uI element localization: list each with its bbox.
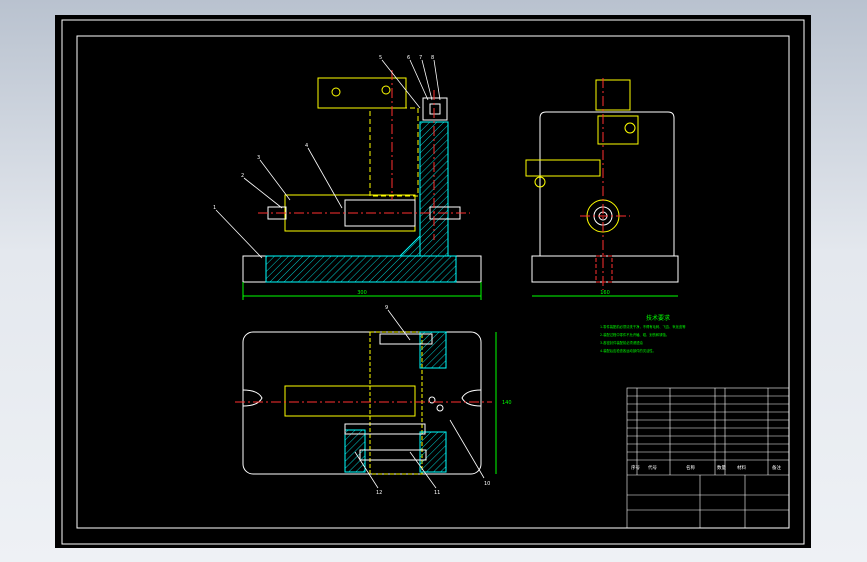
- header-remark: 备注: [772, 464, 781, 471]
- part-label-2: 2: [241, 173, 244, 179]
- plan-block-top: [419, 331, 447, 369]
- header-name: 名称: [686, 464, 695, 471]
- cad-drawing: 300 160 140 1 2 3 4 5 6 7 8 9 10 11 12 技…: [55, 15, 811, 548]
- part-label-6: 6: [407, 55, 410, 61]
- part-label-8: 8: [431, 55, 434, 61]
- viewport-frame: 300 160 140 1 2 3 4 5 6 7 8 9 10 11 12 技…: [0, 0, 867, 562]
- part-label-4: 4: [305, 143, 308, 149]
- tech-req-title: 技术要求: [646, 314, 670, 322]
- plan-block-left: [344, 429, 366, 473]
- plan-block-bottom: [419, 431, 447, 473]
- tech-req-line-1: 1.零件装配前必须清洗干净，不得有毛刺、飞边、氧化皮等: [600, 324, 686, 329]
- tech-req-line-4: 4.装配后应检查各运动部件的灵活性。: [600, 348, 656, 353]
- part-label-9: 9: [385, 305, 388, 311]
- part-label-1: 1: [213, 205, 216, 211]
- header-seq: 序号: [631, 464, 640, 471]
- part-label-3: 3: [257, 155, 260, 161]
- part-label-12: 12: [376, 490, 382, 496]
- part-label-7: 7: [419, 55, 422, 61]
- header-qty: 数量: [717, 464, 726, 471]
- tech-req-line-2: 2.装配过程中零件不允许磕、碰、划伤和锈蚀。: [600, 332, 669, 337]
- header-code: 代号: [648, 464, 657, 471]
- base-section-hatch: [265, 255, 457, 283]
- dimension-side-width: 160: [600, 290, 610, 296]
- part-label-10: 10: [484, 481, 490, 487]
- header-material: 材料: [737, 464, 746, 471]
- tech-req-line-3: 3.各密封件装配前必须浸透油: [600, 340, 643, 345]
- part-label-11: 11: [434, 490, 440, 496]
- part-label-5: 5: [379, 55, 382, 61]
- dimension-plan-height: 140: [502, 400, 512, 406]
- dimension-front-width: 300: [357, 290, 367, 296]
